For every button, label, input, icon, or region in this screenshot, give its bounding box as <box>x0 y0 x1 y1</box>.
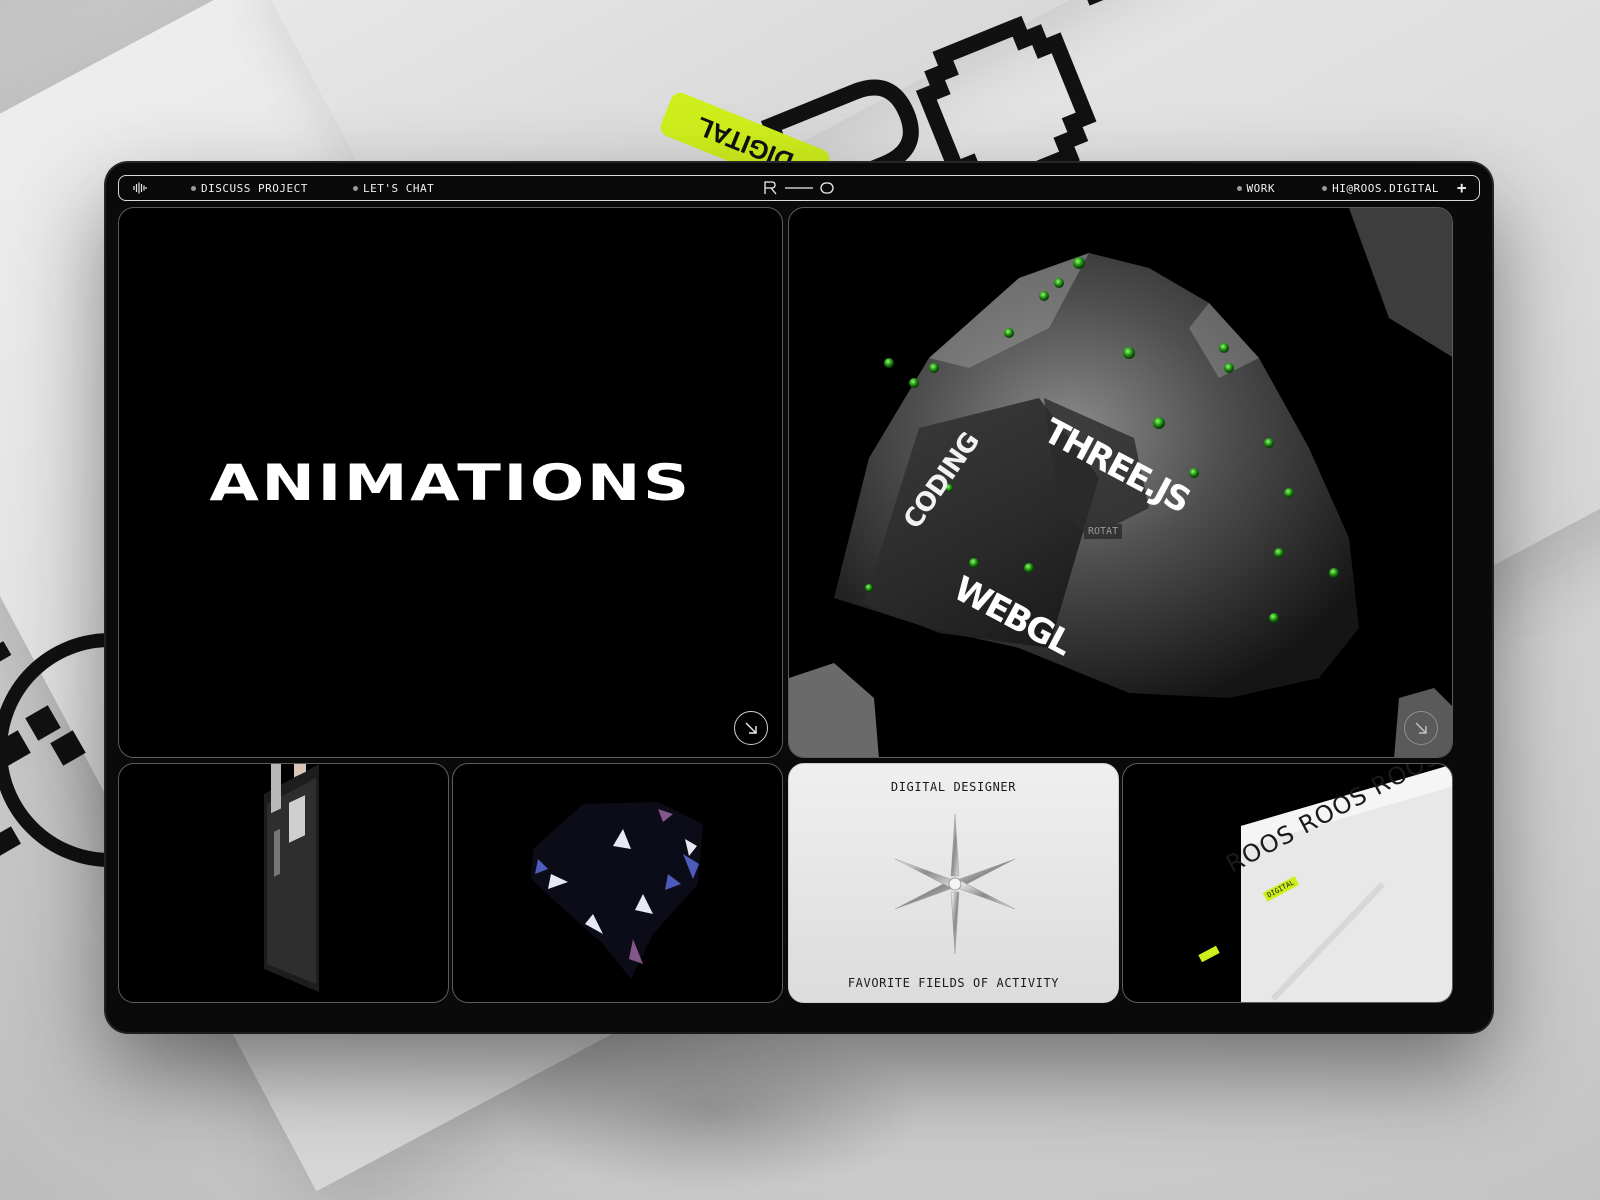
arrow-down-right-icon <box>1415 722 1427 734</box>
rock-word-rotate: ROTAT <box>1084 524 1123 539</box>
nav-dot <box>1322 186 1328 191</box>
animations-arrow-button[interactable] <box>734 711 768 745</box>
rock-3d-card[interactable]: CODING THREE.JS WEBGL ROTAT <box>788 207 1453 758</box>
fields-card-subtitle: FAVORITE FIELDS OF ACTIVITY <box>847 976 1060 990</box>
nav-email-link[interactable]: HI@ROOS.DIGITAL <box>1322 182 1439 195</box>
nav-discuss-project-label: DISCUSS PROJECT <box>201 182 308 195</box>
brand-identity-card[interactable]: ROOS ROOS ROOS DIGITAL <box>1122 763 1453 1003</box>
sound-wave-icon[interactable] <box>133 182 147 194</box>
crystal-illustration <box>531 802 703 979</box>
fields-of-activity-card[interactable]: DIGITAL DESIGNER FAVORITE FIELDS OF ACTI… <box>788 763 1119 1003</box>
project-thumbnail-crystal[interactable] <box>452 763 783 1003</box>
project-thumbnail-phone[interactable] <box>118 763 449 1003</box>
nav-discuss-project[interactable]: DISCUSS PROJECT <box>191 182 308 195</box>
animations-title: ANIMATIONS <box>209 454 692 512</box>
animations-card[interactable]: ANIMATIONS <box>118 207 783 758</box>
nav-dot <box>191 186 196 191</box>
fields-card-title: DIGITAL DESIGNER <box>890 780 1017 794</box>
nav-lets-chat-label: LET'S CHAT <box>363 182 435 195</box>
device-shadow <box>500 1030 920 1190</box>
nav-dot <box>1236 186 1242 191</box>
device-side-illustration <box>264 764 319 992</box>
arrow-down-right-icon <box>745 722 757 734</box>
top-nav-bar: DISCUSS PROJECT LET'S CHAT WORK HI@ROOS.… <box>118 175 1480 201</box>
nav-work-label: WORK <box>1246 182 1275 195</box>
plus-icon[interactable]: + <box>1455 180 1469 196</box>
nav-work[interactable]: WORK <box>1236 182 1276 195</box>
brand-logo-mark[interactable] <box>763 180 835 196</box>
nav-email-label: HI@ROOS.DIGITAL <box>1332 182 1439 195</box>
rock-arrow-button[interactable] <box>1404 711 1438 745</box>
browser-window: DISCUSS PROJECT LET'S CHAT WORK HI@ROOS.… <box>106 163 1492 1032</box>
nav-lets-chat[interactable]: LET'S CHAT <box>353 182 434 195</box>
nav-dot <box>353 186 358 191</box>
star-icon <box>895 814 1015 954</box>
